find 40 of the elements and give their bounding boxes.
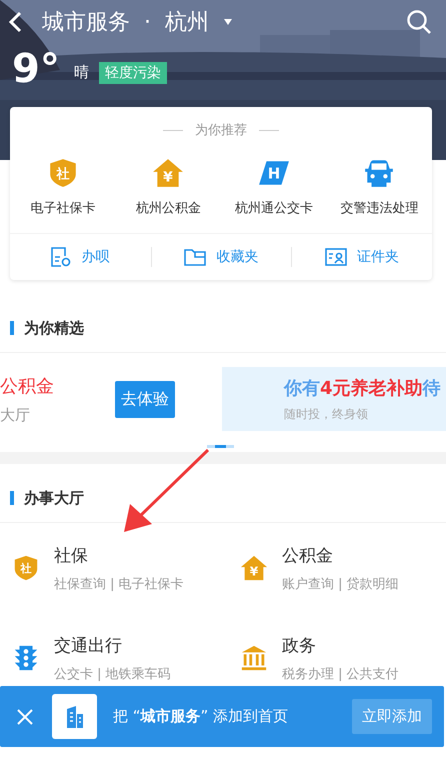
folder-icon xyxy=(184,248,206,266)
bank-icon xyxy=(240,644,268,672)
card-title: 为你推荐 xyxy=(195,122,247,139)
caret-icon[interactable] xyxy=(223,18,233,26)
city-selector[interactable]: 杭州 xyxy=(165,7,209,37)
shortcut-label[interactable]: 电子社保卡 xyxy=(30,199,96,217)
search-icon[interactable] xyxy=(406,9,432,35)
service-name[interactable]: 政务 xyxy=(282,634,399,656)
house-icon: ¥ xyxy=(152,157,184,189)
form-icon xyxy=(51,247,72,267)
shortcut-label[interactable]: 交警违法处理 xyxy=(340,199,418,217)
temperature: 9° xyxy=(12,46,60,92)
weather-condition: 晴 xyxy=(74,63,89,82)
building-icon xyxy=(64,704,84,728)
house-icon: ¥ xyxy=(240,554,268,582)
shortcut-label[interactable]: 杭州通公交卡 xyxy=(234,199,313,217)
service-links: 社保查询 | 电子社保卡 xyxy=(54,576,184,592)
banner-message: 把 “城市服务” 添加到首页 xyxy=(113,707,290,726)
id-card-icon xyxy=(325,248,348,266)
promo-banner[interactable]: 你有4元养老补助待 随时投，终身领 xyxy=(222,367,446,431)
service-name[interactable]: 交通出行 xyxy=(54,634,171,656)
shortcut-label[interactable]: 杭州公积金 xyxy=(136,199,201,217)
back-icon[interactable] xyxy=(8,11,22,33)
car-icon xyxy=(363,157,396,189)
promo-headline: 你有4元养老补助待 xyxy=(284,376,442,400)
shield-icon: 社 xyxy=(12,554,40,582)
section-title: 为你精选 xyxy=(24,318,84,338)
service-links: 账户查询 | 贷款明细 xyxy=(282,576,399,592)
service-name[interactable]: 社保 xyxy=(54,544,184,566)
separator-dot: · xyxy=(144,10,151,34)
traffic-light-icon xyxy=(12,644,40,672)
promo-subtitle: 随时投，终身领 xyxy=(284,406,369,422)
slide-subtitle: 大厅 xyxy=(0,406,31,424)
service-name[interactable]: 公积金 xyxy=(282,544,399,566)
section-title: 办事大厅 xyxy=(24,488,84,508)
service-links: 税务办理 | 公共支付 xyxy=(282,666,399,682)
service-links: 公交卡 | 地铁乘车码 xyxy=(54,666,171,682)
page-title: 城市服务 xyxy=(42,9,130,37)
slide-title: 公积金 xyxy=(0,374,55,398)
air-quality-badge: 轻度污染 xyxy=(98,62,167,84)
